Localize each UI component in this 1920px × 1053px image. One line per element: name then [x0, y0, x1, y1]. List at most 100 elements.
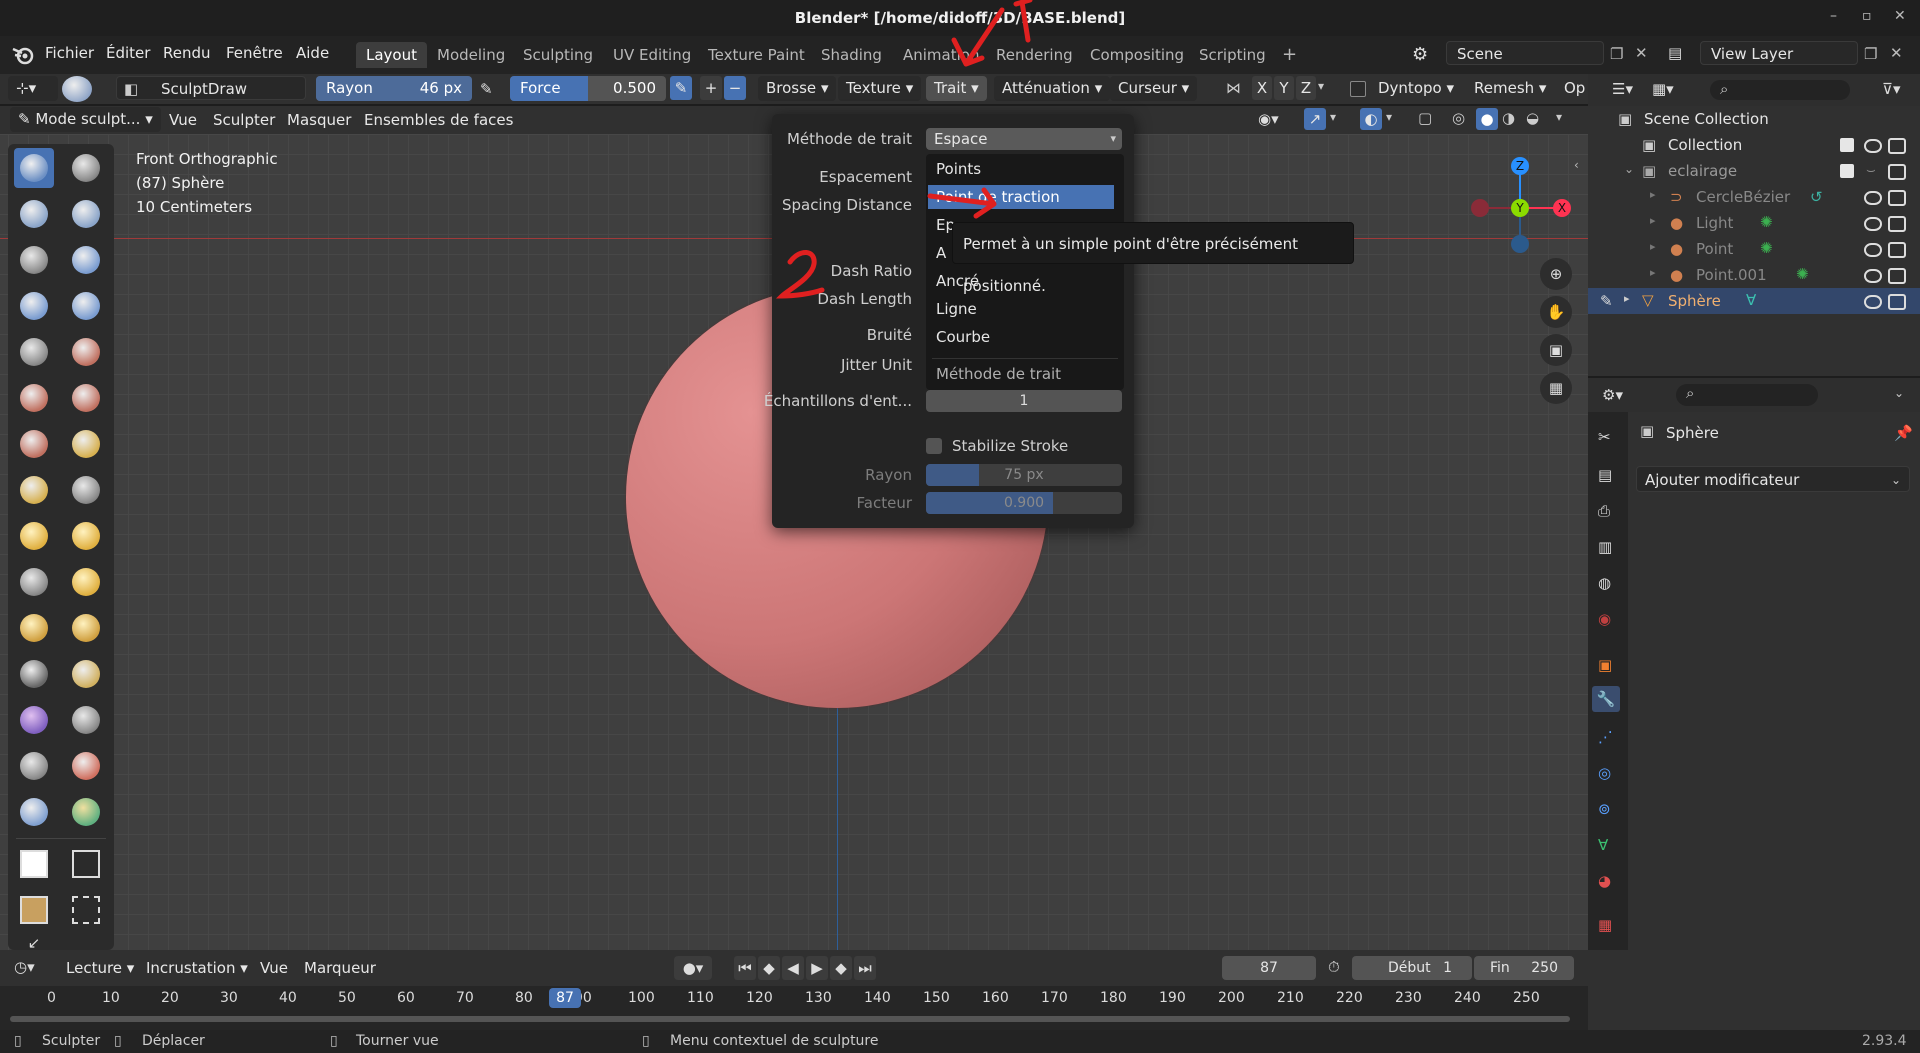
view-layer-field[interactable]: View Layer	[1700, 41, 1858, 65]
tab-sculpting[interactable]: Sculpting	[513, 42, 603, 68]
object-tab-icon[interactable]: ▣	[1598, 656, 1612, 674]
properties-search-input[interactable]: ⌕	[1676, 384, 1818, 406]
data-tab-icon[interactable]: ∀	[1598, 836, 1608, 854]
xray-icon[interactable]: ▢	[1418, 109, 1432, 127]
input-samples-field[interactable]: 1	[926, 390, 1122, 412]
add-workspace-button[interactable]: +	[1272, 42, 1307, 68]
menu-render[interactable]: Rendu	[163, 44, 211, 62]
texture-tab-icon[interactable]: ▦	[1598, 916, 1612, 934]
symmetry-icon[interactable]: ⋈	[1226, 79, 1241, 97]
display-mode-icon[interactable]: ▦▾	[1652, 80, 1674, 98]
tool-flatten[interactable]	[14, 378, 54, 418]
eye-icon[interactable]	[1864, 191, 1882, 205]
end-frame-field[interactable]: Fin 250	[1474, 956, 1574, 980]
tab-modeling[interactable]: Modeling	[427, 42, 515, 68]
menu-item-curve[interactable]: Courbe	[936, 328, 990, 346]
menu-window[interactable]: Fenêtre	[226, 44, 283, 62]
mode-dropdown[interactable]: ✎ Mode sculpt... ▾	[10, 107, 161, 132]
camera-icon[interactable]	[1888, 138, 1906, 154]
collection-checkbox[interactable]	[1840, 138, 1854, 152]
tool-slide-relax[interactable]	[14, 654, 54, 694]
camera-icon[interactable]	[1888, 216, 1906, 232]
tool-smooth[interactable]	[66, 332, 106, 372]
overlay-options-icon[interactable]: ▾	[1386, 110, 1392, 124]
add-modifier-dropdown[interactable]: Ajouter modificateur ⌄	[1636, 466, 1910, 492]
minimize-button[interactable]: –	[1830, 8, 1837, 24]
tool-draw-face-sets[interactable]	[66, 746, 106, 786]
remove-view-layer-icon[interactable]: ✕	[1890, 44, 1903, 62]
play-icon[interactable]: ▶	[806, 956, 828, 980]
tool-nudge[interactable]	[14, 608, 54, 648]
tool-box-hide-icon[interactable]	[66, 844, 106, 884]
camera-icon[interactable]	[1888, 164, 1906, 180]
tool-draw-sharp[interactable]	[66, 148, 106, 188]
material-tab-icon[interactable]: ◕	[1598, 872, 1611, 890]
outliner-row-eclairage[interactable]: ⌄ ▣ eclairage ⌣	[1588, 158, 1920, 184]
expand-icon[interactable]: ▸	[1650, 188, 1656, 201]
tool-blob[interactable]	[66, 286, 106, 326]
tool-clay-strips[interactable]	[66, 194, 106, 234]
overlay-toggle-icon[interactable]: ◐	[1360, 108, 1382, 130]
expand-icon[interactable]: ⌄	[1624, 162, 1634, 176]
tool-paint[interactable]	[66, 792, 106, 832]
expand-icon[interactable]: ▸	[1624, 292, 1630, 305]
tool-clay[interactable]	[14, 194, 54, 234]
physics-tab-icon[interactable]: ◎	[1598, 764, 1611, 782]
navigation-gizmo[interactable]: Z X Y	[1466, 148, 1576, 258]
mirror-y-button[interactable]: Y	[1274, 76, 1294, 100]
tool-clay-thumb[interactable]	[14, 240, 54, 280]
radius-slider[interactable]: Rayon 46 px	[316, 76, 472, 101]
tool-cloth[interactable]	[14, 700, 54, 740]
properties-editor-type-icon[interactable]: ⚙▾	[1602, 386, 1623, 404]
next-keyframe-icon[interactable]: ◆	[830, 956, 852, 980]
render-tab-icon[interactable]: ▤	[1598, 466, 1612, 484]
world-tab-icon[interactable]: ◉	[1598, 610, 1611, 628]
editor-type-icon[interactable]: ⊹▾	[8, 76, 58, 101]
new-view-layer-icon[interactable]: ❐	[1864, 45, 1877, 63]
filter-icon[interactable]: ⊽▾	[1882, 80, 1901, 98]
dyntopo-dropdown[interactable]: Dyntopo ▾	[1370, 76, 1462, 101]
mirror-x-button[interactable]: X	[1252, 76, 1272, 100]
brush-preview-icon[interactable]	[62, 76, 92, 102]
camera-view-icon[interactable]: ▣	[1540, 334, 1572, 366]
sculpt-mode-icon[interactable]: ✎	[1600, 292, 1613, 310]
shading-options-icon[interactable]: ▾	[1556, 110, 1562, 124]
scene-tab-icon[interactable]: ◍	[1598, 574, 1611, 592]
cursor-dropdown[interactable]: Curseur ▾	[1110, 76, 1198, 101]
menu-face-sets[interactable]: Ensembles de faces	[364, 111, 513, 129]
play-reverse-icon[interactable]: ◀	[782, 956, 804, 980]
properties-options-icon[interactable]: ⌄	[1894, 386, 1904, 400]
camera-icon[interactable]	[1888, 294, 1906, 310]
sidebar-toggle-icon[interactable]: ‹	[1574, 158, 1579, 172]
start-frame-field[interactable]: Début 1	[1352, 956, 1472, 980]
timeline-editor-type-icon[interactable]: ◷▾	[14, 958, 35, 976]
expand-icon[interactable]: ▸	[1650, 214, 1656, 227]
tab-scripting[interactable]: Scripting	[1189, 42, 1276, 68]
menu-view[interactable]: Vue	[169, 111, 197, 129]
camera-icon[interactable]	[1888, 242, 1906, 258]
rendered-shading-icon[interactable]: ◒	[1526, 109, 1539, 127]
mirror-options-icon[interactable]: ▾	[1318, 79, 1324, 93]
expand-icon[interactable]: ▸	[1650, 240, 1656, 253]
pin-icon[interactable]: 📌	[1894, 424, 1913, 442]
jump-end-icon[interactable]: ⏭	[854, 956, 876, 980]
collection-checkbox[interactable]	[1840, 164, 1854, 178]
eye-icon[interactable]	[1864, 269, 1882, 283]
ortho-grid-icon[interactable]: ▦	[1540, 372, 1572, 404]
new-scene-icon[interactable]: ❐	[1610, 45, 1623, 63]
outliner-row-light[interactable]: ▸ ● Light ✺	[1588, 210, 1920, 236]
eye-icon[interactable]	[1864, 217, 1882, 231]
current-frame-field[interactable]: 87	[1222, 956, 1316, 980]
remove-scene-icon[interactable]: ✕	[1635, 44, 1648, 62]
camera-icon[interactable]	[1888, 190, 1906, 206]
radius-pressure-icon[interactable]: ✎	[480, 80, 493, 98]
scene-field[interactable]: Scene	[1446, 41, 1604, 65]
outliner-row-collection[interactable]: ▣ Collection	[1588, 132, 1920, 158]
stabilize-stroke-checkbox[interactable]	[926, 438, 942, 454]
tool-pose[interactable]	[66, 562, 106, 602]
tool-box-mask-icon[interactable]	[14, 844, 54, 884]
record-button[interactable]: ●▾	[674, 956, 712, 980]
menu-edit[interactable]: Éditer	[106, 44, 150, 62]
modifier-tab-icon[interactable]: 🔧	[1592, 686, 1620, 712]
stabilize-factor-slider[interactable]: 0.900	[926, 492, 1122, 514]
